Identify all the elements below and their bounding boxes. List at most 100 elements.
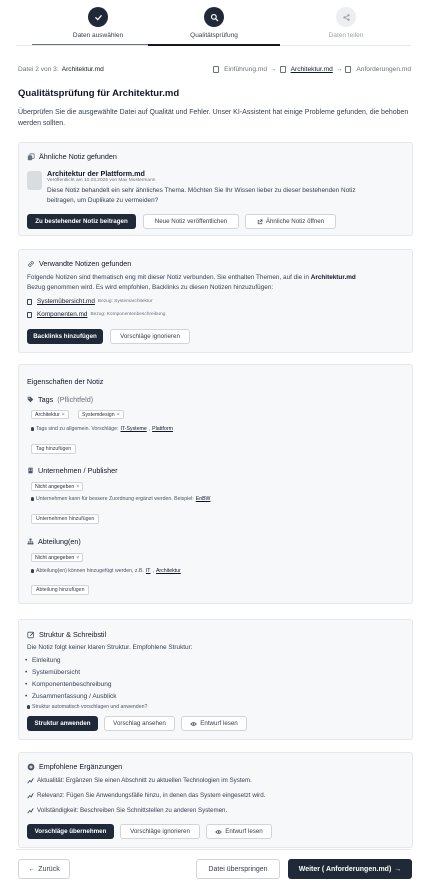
new-note-button[interactable]: Neue Notiz veröffentlichen <box>143 214 239 229</box>
contribute-button[interactable]: Zu bestehender Notiz beitragen <box>27 214 136 229</box>
step-label: Daten auswählen <box>72 32 124 39</box>
tags-label: Tags (Pflichtfeld) <box>27 395 93 404</box>
addition-item: Aktualität: Ergänzen Sie einen Abschnitt… <box>27 777 252 784</box>
chart-icon <box>27 778 34 784</box>
ignore-suggestions-button[interactable]: Vorschläge ignorieren <box>110 329 190 344</box>
related-notes-card: Verwandte Notizen gefunden Folgende Noti… <box>18 249 413 353</box>
text-segment: Folgende Notizen sind thematisch eng mit… <box>27 274 311 281</box>
share-icon <box>336 7 356 27</box>
remove-icon[interactable]: × <box>76 555 79 561</box>
structure-list: Einleitung Systemübersicht Komponentenbe… <box>25 655 117 703</box>
step-data-select[interactable]: Daten auswählen <box>32 7 164 45</box>
tag-suggestion-link[interactable]: IT-Systeme <box>120 426 146 432</box>
arrow-right-icon: → <box>335 66 343 73</box>
related-file-link[interactable]: Komponenten.md <box>37 311 87 318</box>
field-label: Abteilung(en) <box>38 537 81 546</box>
read-draft-button[interactable]: Entwurf lesen <box>206 824 272 839</box>
remove-tag-icon[interactable]: × <box>62 412 65 418</box>
department-suggestion-link[interactable]: IT <box>146 568 151 574</box>
list-item: Komponentenbeschreibung <box>25 679 117 691</box>
addition-text: Vollständigkeit: Beschreiben Sie Schnitt… <box>37 807 228 814</box>
eye-icon <box>215 829 223 834</box>
hint-text: Tags sind zu allgemein. Vorschläge: <box>36 426 119 432</box>
progress-stepper: Daten auswählen Qualitätsprüfung Daten t… <box>16 0 411 46</box>
arrow-left-icon: ← <box>28 865 36 873</box>
lightbulb-icon <box>31 569 34 573</box>
sitemap-icon <box>27 538 34 545</box>
file-counter: Datei 2 von 3: <box>18 66 59 73</box>
related-file-link[interactable]: Systemübersicht.md <box>37 298 95 305</box>
ignore-suggestions-button[interactable]: Vorschläge ignorieren <box>120 824 200 839</box>
related-file-ref: Bezug: Systemarchitektur <box>97 299 153 304</box>
back-button[interactable]: ← Zurück <box>18 859 70 879</box>
addition-item: Vollständigkeit: Beschreiben Sie Schnitt… <box>27 807 227 814</box>
structure-intro: Die Notiz folgt keiner klaren Struktur. … <box>27 644 193 651</box>
eye-icon <box>190 721 198 726</box>
tag-chip[interactable]: Architektur × <box>31 410 69 419</box>
chip-label: Nicht angegeben <box>35 483 75 490</box>
building-icon <box>28 467 33 474</box>
open-similar-note-button[interactable]: Ähnliche Notiz öffnen <box>245 214 336 229</box>
lightbulb-icon <box>27 705 30 709</box>
file-progress: Datei 2 von 3: Architektur.md <box>18 66 104 73</box>
button-label: Entwurf lesen <box>225 828 263 835</box>
similar-note-title[interactable]: Architektur der Plattform.md <box>47 169 145 178</box>
tag-icon <box>27 396 34 403</box>
add-tag-button[interactable]: Tag hinzufügen <box>31 444 77 454</box>
add-backlinks-button[interactable]: Backlinks hinzufügen <box>27 329 103 344</box>
apply-structure-button[interactable]: Struktur anwenden <box>27 716 98 731</box>
breadcrumb-file-1[interactable]: Einführung.md <box>224 66 267 73</box>
related-file-ref: Bezug: Komponentenbeschreibung <box>90 312 166 317</box>
separator: , <box>152 568 154 574</box>
remove-icon[interactable]: × <box>76 484 79 490</box>
department-suggestion-link[interactable]: Architektur <box>156 568 181 574</box>
separator: , <box>148 426 151 432</box>
department-value-chip[interactable]: Nicht angegeben × <box>31 553 84 562</box>
tag-chip[interactable]: Systemdesign × <box>78 410 124 419</box>
chart-icon <box>27 808 34 814</box>
read-draft-button[interactable]: Entwurf lesen <box>181 716 247 731</box>
add-department-button[interactable]: Abteilung hinzufügen <box>31 585 90 595</box>
footer-divider <box>16 849 411 850</box>
link-icon <box>28 260 34 267</box>
accept-suggestions-button[interactable]: Vorschläge übernehmen <box>27 824 114 839</box>
list-item: Einleitung <box>25 655 117 667</box>
card-title: Empfohlene Ergänzungen <box>39 762 123 771</box>
hint-text: Struktur automatisch vorschlagen und anw… <box>32 704 148 710</box>
tag-label: Systemdesign <box>82 411 115 418</box>
step-quality-check[interactable]: Qualitätsprüfung <box>148 7 280 46</box>
similar-note-meta: Veröffentlicht am 10.03.2025 von Max Mus… <box>47 178 156 183</box>
skip-file-button[interactable]: Datei überspringen <box>196 859 280 879</box>
next-file-button[interactable]: Weiter ( Anforderungen.md) → <box>288 859 412 879</box>
remove-tag-icon[interactable]: × <box>117 412 120 418</box>
file-reference: Architektur.md <box>310 274 356 281</box>
structure-header: Struktur & Schreibstil <box>27 630 106 639</box>
step-label: Qualitätsprüfung <box>190 32 238 39</box>
file-progress-bar: Datei 2 von 3: Architektur.md Einführung.… <box>18 66 411 78</box>
hint-text: Abteilung(en) können hinzugefügt werden,… <box>36 568 144 574</box>
hint-text: Unternehmen kann für bessere Zuordnung e… <box>36 496 194 502</box>
similar-note-card: Ähnliche Notiz gefunden Architektur der … <box>18 142 413 236</box>
add-company-button[interactable]: Unternehmen hinzufügen <box>31 514 100 524</box>
field-label: Tags <box>38 395 54 404</box>
preview-suggestion-button[interactable]: Vorschlag ansehen <box>104 716 175 731</box>
search-icon <box>204 7 224 27</box>
chart-icon <box>27 793 34 799</box>
related-item: Komponenten.md Bezug: Komponentenbeschre… <box>27 311 165 318</box>
page-description: Überprüfen Sie die ausgewählte Datei auf… <box>18 109 409 127</box>
list-item: Systemübersicht <box>25 667 117 679</box>
tag-suggestion-link[interactable]: Plattform <box>152 426 173 432</box>
tags-hint: Tags sind zu allgemein. Vorschläge: IT-S… <box>31 426 173 432</box>
arrow-right-icon: → <box>270 66 277 73</box>
note-properties-card: Eigenschaften der Notiz Tags (Pflichtfel… <box>18 364 413 604</box>
related-text-2: Bezug genommen wird. Es wird empfohlen, … <box>27 284 274 291</box>
company-suggestion-link[interactable]: EnBW <box>196 496 211 502</box>
step-share[interactable]: Daten teilen <box>280 7 412 39</box>
company-value-chip[interactable]: Nicht angegeben × <box>31 482 84 491</box>
related-text-1: Folgende Notizen sind thematisch eng mit… <box>27 274 356 281</box>
breadcrumb-file-2[interactable]: Architektur.md <box>291 66 333 73</box>
breadcrumb-file-3[interactable]: Anforderungen.md <box>356 66 411 73</box>
addition-text: Relevanz: Fügen Sie Anwendungsfälle hinz… <box>37 792 266 799</box>
file-icon <box>345 66 352 73</box>
current-file-name: Architektur.md <box>61 66 104 73</box>
